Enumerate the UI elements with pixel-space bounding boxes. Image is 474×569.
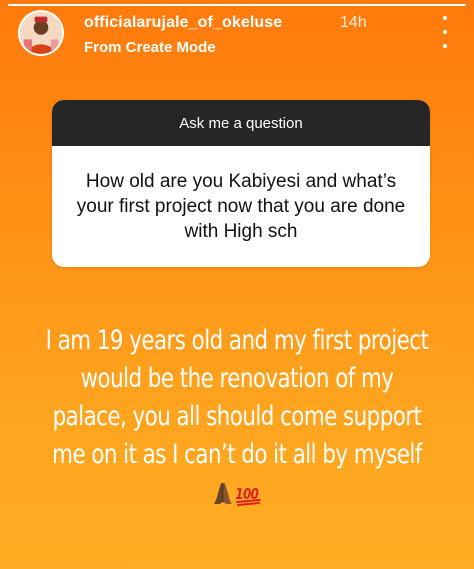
- avatar-image-icon: [20, 12, 62, 54]
- story-subtitle: From Create Mode: [84, 39, 216, 56]
- question-text: How old are you Kabiyesi and what’s your…: [76, 171, 406, 242]
- story-username[interactable]: officialarujale_of_okeluse: [84, 14, 282, 32]
- dot: [443, 30, 447, 34]
- more-options-icon[interactable]: [436, 16, 454, 48]
- question-sticker[interactable]: Ask me a question How old are you Kabiye…: [52, 100, 430, 267]
- story-progress-bar: [8, 4, 466, 6]
- hundred-points-icon: 100: [234, 480, 262, 518]
- folded-hands-icon: [211, 480, 234, 518]
- avatar[interactable]: [18, 10, 64, 56]
- story-timestamp: 14h: [340, 14, 367, 31]
- dot: [443, 44, 447, 48]
- answer-text-block: I am 19 years old and my first project w…: [44, 322, 429, 518]
- story-header: officialarujale_of_okeluse 14h From Crea…: [10, 8, 464, 64]
- question-sticker-header: Ask me a question: [52, 100, 430, 146]
- dot: [443, 16, 447, 20]
- story-progress-fill: [8, 4, 466, 6]
- answer-text: I am 19 years old and my first project w…: [45, 325, 429, 470]
